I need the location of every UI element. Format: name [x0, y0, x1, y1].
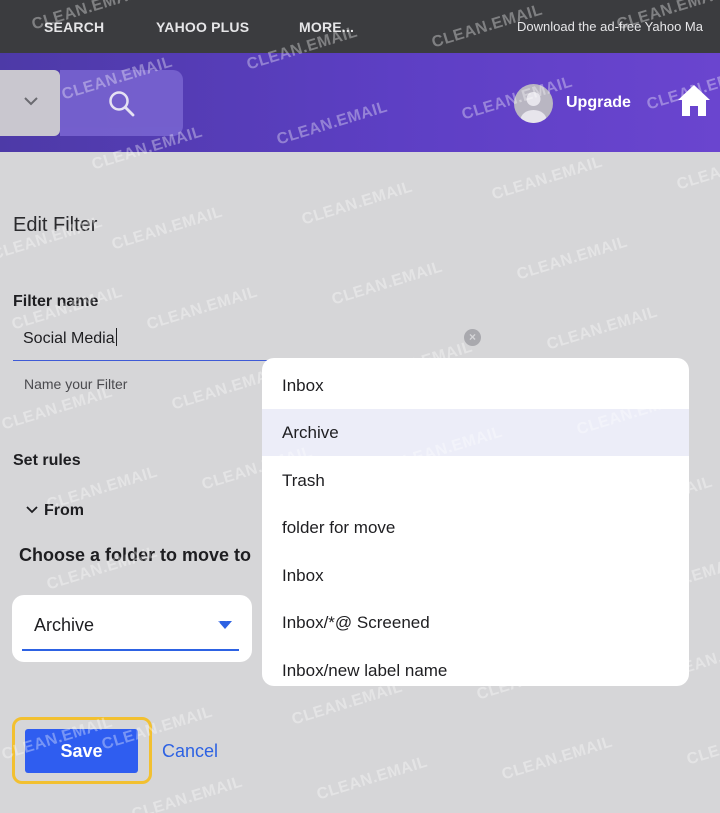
input-underline — [13, 360, 275, 361]
filter-name-helper: Name your Filter — [24, 376, 128, 392]
filter-name-label: Filter name — [13, 293, 99, 310]
folder-option-archive[interactable]: Archive — [262, 409, 689, 456]
folder-option-inbox[interactable]: Inbox — [262, 362, 689, 409]
folder-option-trash[interactable]: Trash — [262, 457, 689, 504]
filter-name-value: Social Media — [23, 330, 115, 347]
folder-select[interactable]: Archive — [12, 595, 252, 662]
from-rule-label: From — [44, 502, 84, 519]
avatar[interactable] — [514, 84, 553, 123]
folder-option-inbox-screened[interactable]: Inbox/*@ Screened — [262, 599, 689, 646]
filter-name-input[interactable]: Social Media × — [13, 321, 483, 361]
search-scope-dropdown[interactable] — [0, 70, 60, 136]
home-icon[interactable] — [677, 83, 711, 117]
dropdown-arrow-icon — [218, 621, 232, 629]
choose-folder-label: Choose a folder to move to — [19, 545, 252, 565]
promo-link[interactable]: Download the ad-free Yahoo Ma — [517, 19, 703, 34]
mail-header: Upgrade — [0, 53, 720, 152]
from-rule-toggle[interactable]: From — [26, 502, 84, 520]
folder-select-value: Archive — [34, 615, 95, 635]
folder-option-inbox-2[interactable]: Inbox — [262, 552, 689, 599]
user-icon — [520, 92, 547, 123]
upgrade-link[interactable]: Upgrade — [566, 94, 631, 112]
page-title: Edit Filter — [13, 214, 98, 236]
set-rules-label: Set rules — [13, 452, 81, 469]
nav-more[interactable]: MORE... — [299, 19, 354, 35]
search-icon — [109, 91, 135, 117]
chevron-down-icon — [24, 97, 38, 106]
edit-filter-panel: Edit Filter Filter name Social Media × N… — [0, 152, 720, 813]
cancel-button[interactable]: Cancel — [162, 741, 218, 762]
clear-icon[interactable]: × — [464, 329, 481, 346]
nav-search[interactable]: SEARCH — [44, 19, 104, 35]
folder-dropdown-menu: Inbox Archive Trash folder for move Inbo… — [262, 358, 689, 686]
folder-option-inbox-new-label[interactable]: Inbox/new label name — [262, 647, 689, 686]
search-button[interactable] — [60, 70, 183, 136]
top-nav-bar: SEARCH YAHOO PLUS MORE... Download the a… — [0, 0, 720, 53]
chevron-down-icon — [26, 506, 38, 514]
save-button[interactable]: Save — [25, 729, 138, 773]
text-caret — [115, 328, 117, 346]
select-underline — [22, 649, 239, 651]
folder-option-folder-for-move[interactable]: folder for move — [262, 504, 689, 551]
nav-yahoo-plus[interactable]: YAHOO PLUS — [156, 19, 249, 35]
